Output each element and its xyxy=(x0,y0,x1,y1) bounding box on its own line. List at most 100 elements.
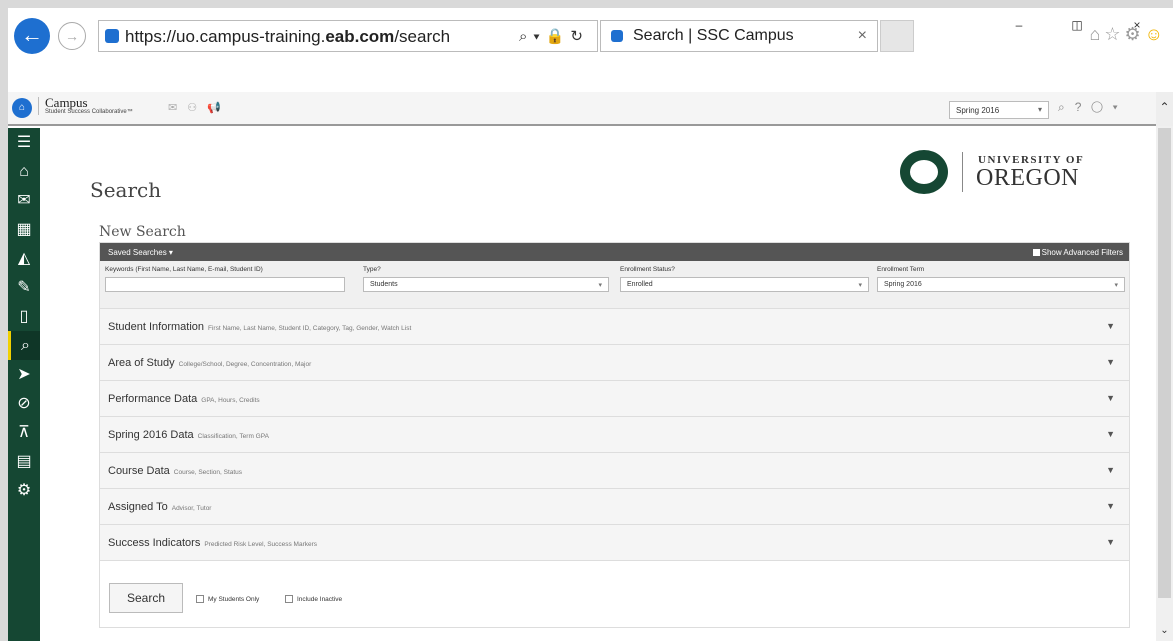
term-select-value: Spring 2016 xyxy=(956,106,1000,115)
type-filter: Type? Students ▾ xyxy=(363,266,609,292)
people-icon[interactable]: ⚇ xyxy=(187,102,207,114)
gear-icon[interactable]: ⚙ xyxy=(8,476,40,505)
accordion-title-text: Area of Study xyxy=(108,357,175,369)
brand-name: Campus xyxy=(45,95,88,110)
user-avatar-icon[interactable]: ◯▾ xyxy=(1091,100,1127,114)
section-title: New Search xyxy=(99,224,186,240)
megaphone-icon[interactable]: ➤ xyxy=(8,360,40,389)
address-tools: ⌕▾🔒↻ xyxy=(519,27,589,45)
calendar-icon[interactable]: ▦ xyxy=(8,215,40,244)
enrollment-status-select[interactable]: Enrolled ▾ xyxy=(620,277,869,292)
search-button[interactable]: Search xyxy=(109,583,183,613)
scroll-up-arrow-icon[interactable]: ⌃ xyxy=(1156,92,1173,126)
saved-searches-dropdown[interactable]: Saved Searches ▾ xyxy=(108,248,173,257)
document-icon[interactable]: ▤ xyxy=(8,447,40,476)
uo-o-mark xyxy=(900,150,948,194)
university-logo: UNIVERSITY OF OREGON xyxy=(900,150,1130,196)
tab-close-icon[interactable]: × xyxy=(858,27,867,45)
type-select[interactable]: Students ▾ xyxy=(363,277,609,292)
checkbox-checked-icon xyxy=(1032,249,1040,256)
accordion-title-text: Performance Data xyxy=(108,393,198,405)
search-icon[interactable]: ⌕ xyxy=(8,331,40,360)
mail-icon[interactable]: ✉ xyxy=(8,186,40,215)
search-dropdown-icon[interactable]: ⌕▾ xyxy=(519,28,546,45)
back-button[interactable]: ← xyxy=(14,18,50,54)
chevron-down-icon[interactable]: ▼ xyxy=(1106,357,1115,367)
accordion-performance-data[interactable]: Performance Data GPA, Hours, Credits ▼ xyxy=(100,381,1129,417)
book-icon[interactable]: ▯ xyxy=(8,302,40,331)
page-title: Search xyxy=(90,178,162,202)
feedback-smiley-icon[interactable]: ☺ xyxy=(1145,24,1167,44)
lock-icon[interactable]: 🔒 xyxy=(546,28,571,45)
campus-logo-icon[interactable]: ⌂ xyxy=(12,98,32,118)
accordion-course-data[interactable]: Course Data Course, Section, Status ▼ xyxy=(100,453,1129,489)
brand-subtitle: Student Success Collaborative™ xyxy=(45,109,133,115)
search-icon[interactable]: ⌕ xyxy=(1058,100,1075,114)
site-favicon-icon xyxy=(105,29,119,43)
pulse-icon[interactable]: ⊘ xyxy=(8,389,40,418)
chevron-down-icon[interactable]: ▼ xyxy=(1106,465,1115,475)
mail-icon[interactable]: ✉ xyxy=(168,102,187,114)
my-students-only-label: My Students Only xyxy=(208,596,260,603)
accordion-student-information[interactable]: Student Information First Name, Last Name… xyxy=(100,309,1129,345)
forward-button[interactable]: → xyxy=(58,22,86,50)
include-inactive-checkbox[interactable]: Include Inactive xyxy=(285,595,342,603)
scrollbar-thumb[interactable] xyxy=(1158,128,1171,598)
include-inactive-label: Include Inactive xyxy=(297,596,343,603)
pin-icon[interactable]: ✎ xyxy=(8,273,40,302)
chevron-down-icon[interactable]: ▼ xyxy=(1106,393,1115,403)
accordion-area-of-study[interactable]: Area of Study College/School, Degree, Con… xyxy=(100,345,1129,381)
enrollment-term-select[interactable]: Spring 2016 ▾ xyxy=(877,277,1125,292)
accordion-subtitle: GPA, Hours, Credits xyxy=(201,397,260,404)
home-icon[interactable]: ⌂ xyxy=(1089,24,1104,44)
accordion-subtitle: Course, Section, Status xyxy=(173,469,243,476)
vertical-scrollbar[interactable]: ⌄ xyxy=(1156,126,1173,641)
help-button[interactable]: ? xyxy=(1075,100,1092,114)
home-icon[interactable]: ⌂ xyxy=(8,157,40,186)
chevron-down-icon[interactable]: ▼ xyxy=(1106,429,1115,439)
enrollment-term-label: Enrollment Term xyxy=(877,266,925,273)
accordion-title: Area of Study College/School, Degree, Con… xyxy=(108,357,311,369)
address-bar[interactable]: https://uo.campus-training.eab.com/searc… xyxy=(98,20,598,52)
keywords-input[interactable] xyxy=(105,277,345,292)
accordion-term-data[interactable]: Spring 2016 Data Classification, Term GPA… xyxy=(100,417,1129,453)
my-students-only-checkbox[interactable]: My Students Only xyxy=(196,595,259,603)
settings-gear-icon[interactable]: ⚙ xyxy=(1124,24,1144,44)
new-tab-button[interactable] xyxy=(880,20,914,52)
panel-bar: Saved Searches ▾ Show Advanced Filters xyxy=(100,243,1129,261)
accordion-subtitle: Advisor, Tutor xyxy=(171,505,212,512)
accordion-assigned-to[interactable]: Assigned To Advisor, Tutor ▼ xyxy=(100,489,1129,525)
enrollment-status-filter: Enrollment Status? Enrolled ▾ xyxy=(620,266,869,292)
browser-tab[interactable]: Search | SSC Campus × xyxy=(600,20,878,52)
tab-favicon-icon xyxy=(611,30,623,42)
star-icon[interactable]: ☆ xyxy=(1104,24,1124,44)
app-header: ⌂ Campus Student Success Collaborative™ … xyxy=(8,92,1173,126)
show-advanced-filters-checkbox[interactable]: Show Advanced Filters xyxy=(1032,248,1123,257)
chart-icon[interactable]: ◭ xyxy=(8,244,40,273)
chevron-down-icon[interactable]: ▼ xyxy=(1106,537,1115,547)
scroll-down-arrow-icon[interactable]: ⌄ xyxy=(1156,625,1173,641)
search-panel: Saved Searches ▾ Show Advanced Filters K… xyxy=(99,242,1130,628)
chevron-down-icon: ▾ xyxy=(1114,282,1118,289)
type-select-value: Students xyxy=(370,281,398,288)
brand[interactable]: Campus Student Success Collaborative™ xyxy=(38,95,133,115)
accordion-subtitle: Classification, Term GPA xyxy=(197,433,269,440)
accordion-success-indicators[interactable]: Success Indicators Predicted Risk Level, … xyxy=(100,525,1129,561)
chevron-down-icon[interactable]: ▼ xyxy=(1106,321,1115,331)
enrollment-status-label: Enrollment Status? xyxy=(620,266,675,273)
chevron-down-icon: ▾ xyxy=(598,282,602,289)
main-content: Search UNIVERSITY OF OREGON New Search S… xyxy=(40,128,1156,641)
browser-window: – ◫ × ← → https://uo.campus-training.eab… xyxy=(8,8,1173,641)
term-select[interactable]: Spring 2016 ▾ xyxy=(949,101,1049,119)
logo-line2: OREGON xyxy=(976,165,1079,191)
accordion-title-text: Course Data xyxy=(108,465,170,477)
enrollment-status-value: Enrolled xyxy=(627,281,653,288)
accordion-subtitle: First Name, Last Name, Student ID, Categ… xyxy=(208,325,412,332)
accordion-title: Student Information First Name, Last Name… xyxy=(108,321,411,333)
chevron-down-icon[interactable]: ▼ xyxy=(1106,501,1115,511)
refresh-icon[interactable]: ↻ xyxy=(570,28,589,45)
menu-icon[interactable]: ☰ xyxy=(8,128,40,157)
address-row: ← → https://uo.campus-training.eab.com/s… xyxy=(8,18,1173,54)
presentation-icon[interactable]: ⊼ xyxy=(8,418,40,447)
megaphone-icon[interactable]: 📢 xyxy=(207,102,231,114)
